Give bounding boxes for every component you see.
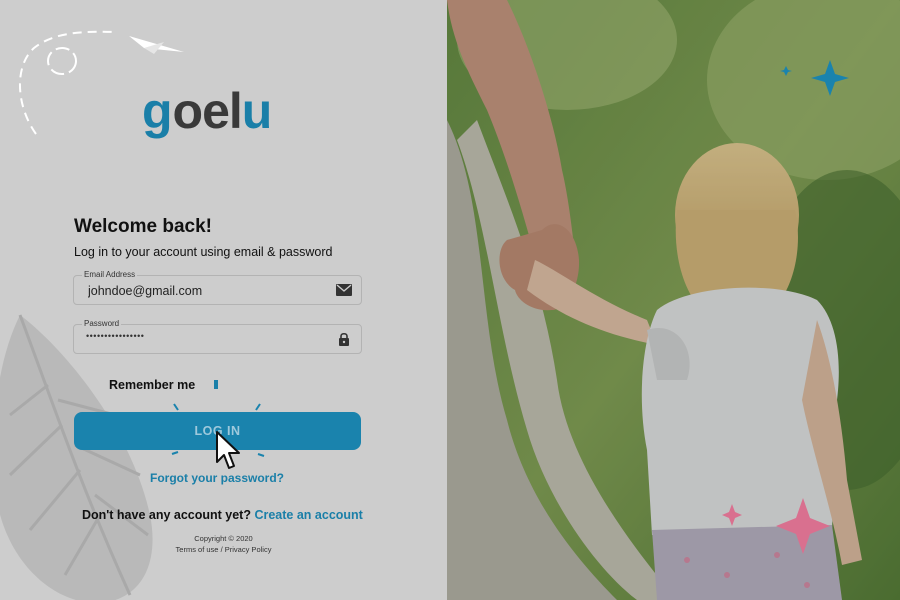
logo-letters: oel [172, 83, 243, 139]
sparkle-blue-icon [780, 60, 849, 96]
password-label: Password [82, 318, 122, 329]
create-account-link[interactable]: Create an account [254, 508, 362, 522]
password-field[interactable]: Password •••••••••••••••• [73, 318, 362, 354]
remember-me-toggle[interactable] [214, 380, 218, 389]
password-input[interactable]: •••••••••••••••• [86, 331, 144, 341]
lock-icon [339, 332, 349, 346]
envelope-icon [336, 284, 352, 296]
footer-links: Terms of use / Privacy Policy [0, 545, 447, 554]
sparkle-pink-icon [722, 498, 830, 554]
footer-separator: / [220, 545, 223, 554]
login-subtitle: Log in to your account using email & pas… [74, 245, 333, 259]
no-account-text: Don't have any account yet? [82, 508, 251, 522]
signup-prompt: Don't have any account yet? Create an ac… [82, 508, 363, 522]
email-label: Email Address [82, 269, 138, 280]
email-field[interactable]: Email Address [73, 269, 362, 305]
copyright-text: Copyright © 2020 [194, 534, 253, 543]
welcome-heading: Welcome back! [74, 216, 212, 237]
remember-me-label: Remember me [109, 378, 196, 392]
logo-letter-u: u [241, 83, 273, 139]
logo-letter-g: g [142, 83, 173, 139]
email-input[interactable] [88, 284, 328, 298]
brand-logo: g oel u [142, 72, 272, 136]
terms-link[interactable]: Terms of use [176, 545, 219, 554]
mouse-cursor-icon [216, 431, 240, 469]
login-panel: g oel u Welcome back! Log in to your acc… [0, 0, 447, 600]
privacy-link[interactable]: Privacy Policy [225, 545, 272, 554]
forgot-password-link[interactable]: Forgot your password? [150, 471, 284, 485]
